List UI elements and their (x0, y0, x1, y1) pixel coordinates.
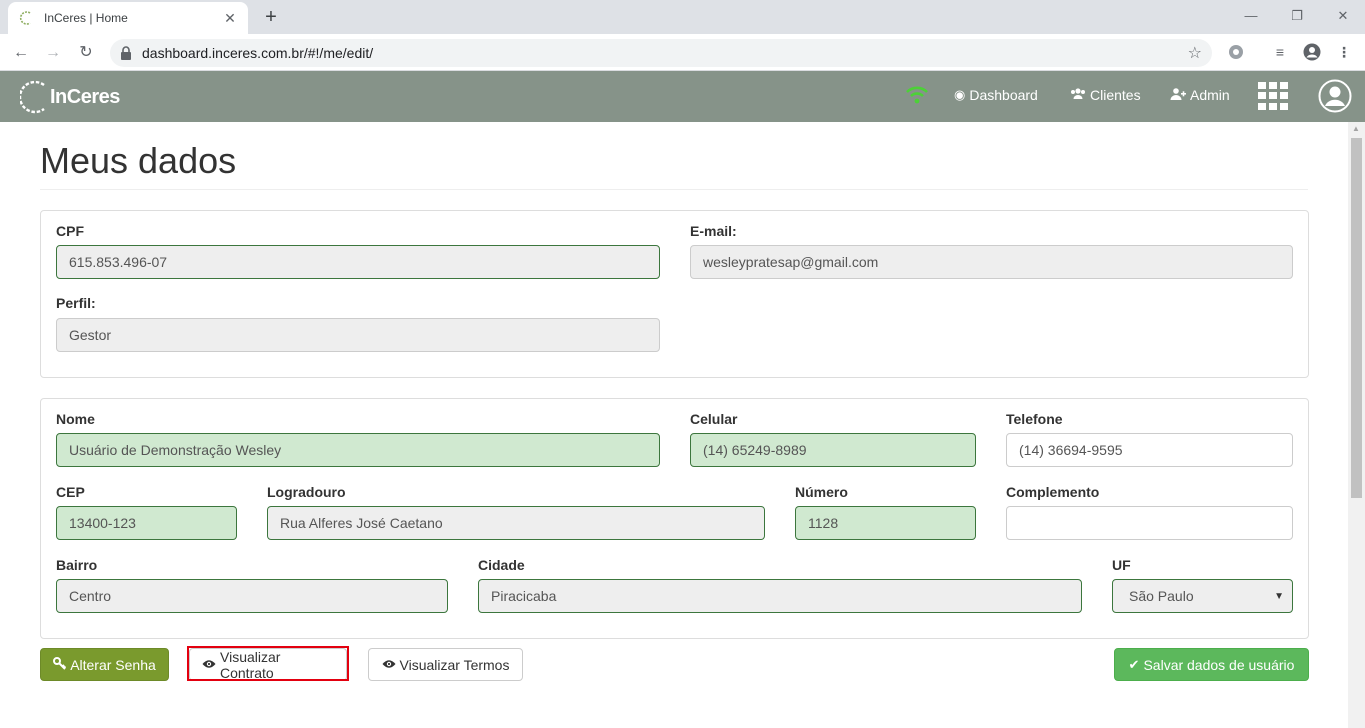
back-icon[interactable]: ← (8, 40, 34, 66)
lock-icon (120, 46, 132, 60)
browser-toolbar: ← → ↻ dashboard.inceres.com.br/#!/me/edi… (0, 34, 1365, 71)
media-control-icon[interactable]: ≡ (1270, 42, 1290, 62)
reload-icon[interactable]: ↻ (73, 40, 99, 66)
url-text: dashboard.inceres.com.br/#!/me/edit/ (142, 45, 374, 61)
visualizar-contrato-label: Visualizar Contrato (220, 648, 281, 681)
salvar-dados-label: Salvar dados de usuário (1143, 656, 1295, 673)
email-field[interactable]: wesleypratesap@gmail.com (690, 245, 1293, 279)
uf-label: UF (1112, 557, 1131, 573)
complemento-field[interactable] (1006, 506, 1293, 540)
logradouro-label: Logradouro (267, 484, 346, 500)
key-icon (53, 656, 67, 673)
check-icon: ✔ (1128, 656, 1140, 672)
telefone-field[interactable]: (14) 36694-9595 (1006, 433, 1293, 467)
cpf-field[interactable]: 615.853.496-07 (56, 245, 660, 279)
tab-close-icon[interactable]: ✕ (222, 10, 238, 27)
email-label: E-mail: (690, 223, 737, 239)
eye-icon (202, 657, 216, 672)
complemento-label: Complemento (1006, 484, 1100, 500)
profile-icon[interactable] (1302, 42, 1322, 62)
menu-kebab-icon[interactable]: ⋮ (1334, 42, 1354, 62)
new-tab-button[interactable]: + (258, 4, 284, 30)
bookmark-star-icon[interactable]: ☆ (1188, 43, 1202, 63)
cidade-field[interactable]: Piracicaba (478, 579, 1082, 613)
numero-field[interactable]: 1128 (795, 506, 976, 540)
perfil-label: Perfil: (56, 295, 96, 311)
tab-title: InCeres | Home (44, 11, 128, 25)
browser-tab-strip: InCeres | Home ✕ + — ❐ ✕ (0, 0, 1365, 34)
app-navbar: InCeres ◉ Dashboard Clientes Admin (0, 71, 1365, 122)
bairro-field[interactable]: Centro (56, 579, 448, 613)
nav-admin[interactable]: Admin (1170, 87, 1230, 103)
address-bar[interactable]: dashboard.inceres.com.br/#!/me/edit/ ☆ (110, 39, 1212, 67)
page-scrollbar[interactable]: ▲ (1348, 122, 1365, 728)
cpf-label: CPF (56, 223, 84, 239)
uf-select-value: São Paulo (1129, 588, 1194, 604)
visualizar-termos-button[interactable]: Visualizar Termos (368, 648, 523, 681)
eye-icon (382, 657, 396, 672)
nav-dashboard[interactable]: ◉ Dashboard (954, 87, 1038, 103)
celular-label: Celular (690, 411, 738, 427)
restore-button[interactable]: ❐ (1275, 4, 1319, 28)
perfil-field[interactable]: Gestor (56, 318, 660, 352)
browser-tab[interactable]: InCeres | Home ✕ (8, 2, 248, 34)
visualizar-termos-label: Visualizar Termos (399, 656, 510, 673)
numero-label: Número (795, 484, 848, 500)
bairro-label: Bairro (56, 557, 98, 573)
nav-clientes-label: Clientes (1090, 87, 1141, 103)
salvar-dados-button[interactable]: ✔ Salvar dados de usuário (1114, 648, 1309, 681)
cidade-label: Cidade (478, 557, 525, 573)
forward-icon[interactable]: → (40, 40, 66, 66)
scroll-up-icon[interactable]: ▲ (1352, 124, 1360, 133)
inceres-logo-icon (20, 80, 45, 114)
nav-dashboard-label: Dashboard (969, 87, 1038, 103)
chevron-down-icon: ▼ (1274, 590, 1284, 602)
alterar-senha-button[interactable]: Alterar Senha (40, 648, 169, 681)
users-icon (1070, 87, 1086, 103)
nome-label: Nome (56, 411, 95, 427)
close-window-button[interactable]: ✕ (1321, 4, 1365, 28)
user-plus-icon (1170, 87, 1186, 103)
dashboard-icon: ◉ (954, 87, 966, 102)
nav-admin-label: Admin (1190, 87, 1230, 103)
wifi-status-icon (905, 86, 929, 109)
telefone-label: Telefone (1006, 411, 1063, 427)
user-avatar-icon[interactable] (1318, 79, 1352, 113)
minimize-button[interactable]: — (1229, 4, 1273, 28)
inceres-logo[interactable]: InCeres (20, 79, 120, 115)
nome-field[interactable]: Usuário de Demonstração Wesley (56, 433, 660, 467)
page-title: Meus dados (40, 140, 237, 181)
title-divider (40, 189, 1308, 190)
cep-field[interactable]: 13400-123 (56, 506, 237, 540)
inceres-favicon-icon (18, 10, 34, 26)
uf-select[interactable]: São Paulo ▼ (1112, 579, 1293, 613)
nav-clientes[interactable]: Clientes (1070, 87, 1141, 103)
logo-text: InCeres (50, 85, 120, 108)
cep-label: CEP (56, 484, 85, 500)
account-panel (40, 210, 1309, 378)
logradouro-field[interactable]: Rua Alferes José Caetano (267, 506, 765, 540)
apps-grid-icon[interactable] (1258, 82, 1290, 110)
scroll-thumb[interactable] (1351, 138, 1362, 498)
visualizar-contrato-button[interactable]: Visualizar Contrato (189, 648, 347, 681)
extension-icon[interactable] (1226, 42, 1246, 62)
alterar-senha-label: Alterar Senha (70, 656, 156, 673)
celular-field[interactable]: (14) 65249-8989 (690, 433, 976, 467)
